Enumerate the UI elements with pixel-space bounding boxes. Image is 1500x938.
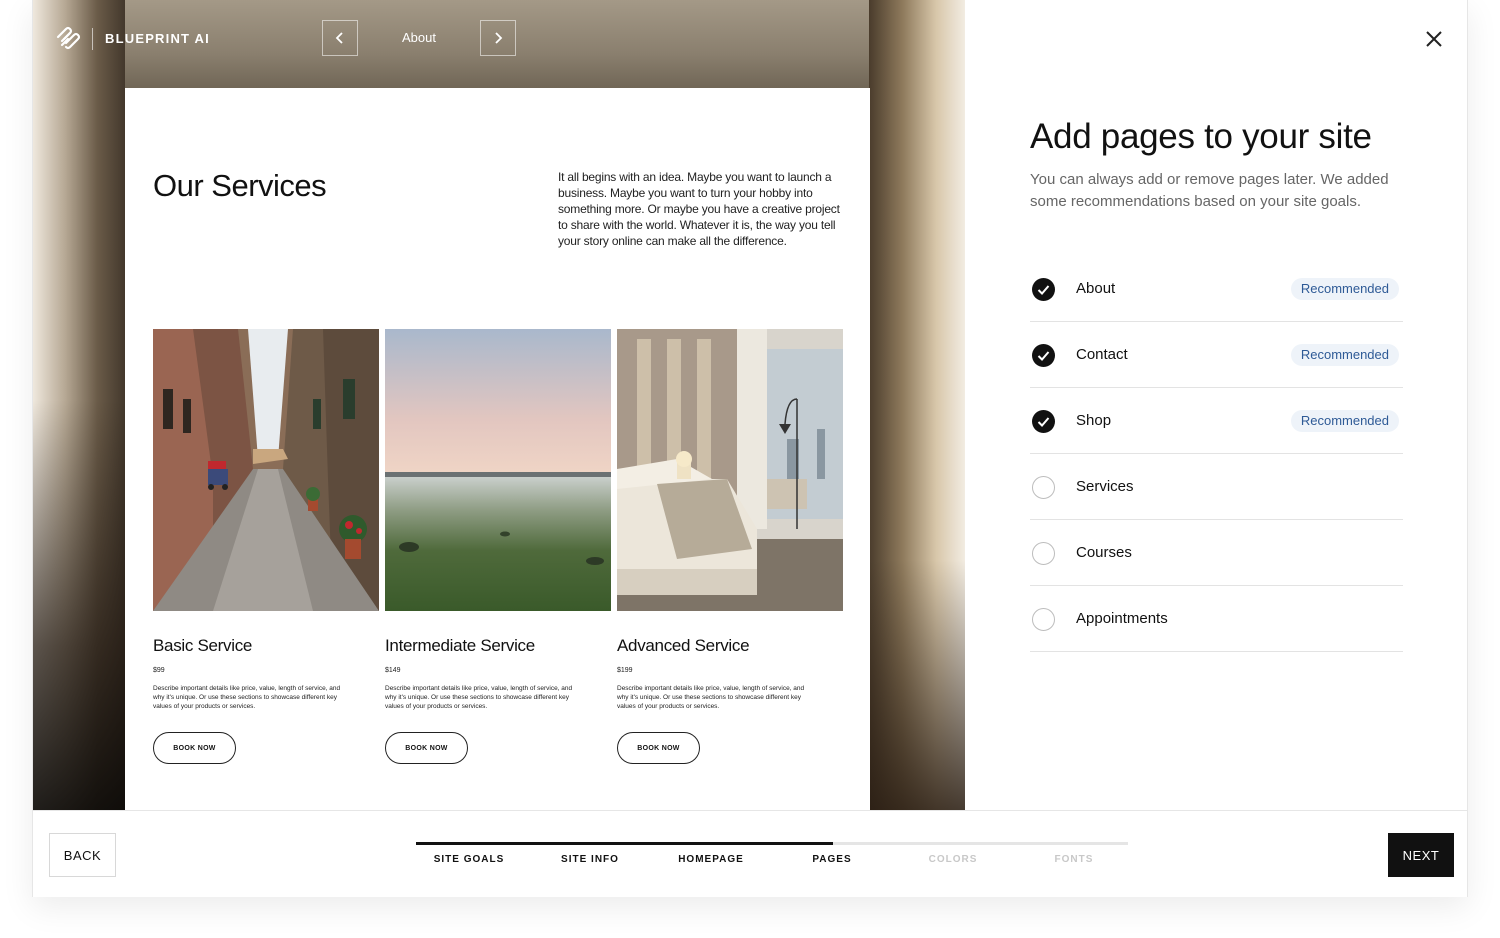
checkbox-checked[interactable] — [1032, 410, 1055, 433]
checkbox-unchecked[interactable] — [1032, 542, 1055, 565]
step-site-goals[interactable]: SITE GOALS — [409, 854, 529, 865]
logo-icon — [56, 26, 81, 50]
recommended-badge: Recommended — [1290, 344, 1399, 366]
check-icon — [1037, 417, 1050, 427]
wizard-footer: BACK SITE GOALS SITE INFO HOMEPAGE PAGES… — [33, 810, 1467, 897]
check-icon — [1037, 285, 1050, 295]
checkbox-unchecked[interactable] — [1032, 476, 1055, 499]
step-colors[interactable]: COLORS — [893, 854, 1013, 865]
checkbox-checked[interactable] — [1032, 344, 1055, 367]
page-option-shop[interactable]: Shop Recommended — [1030, 388, 1403, 454]
book-now-button[interactable]: BOOK NOW — [153, 732, 236, 764]
page-option-appointments[interactable]: Appointments — [1030, 586, 1403, 652]
service-name: Advanced Service — [617, 636, 750, 655]
checkbox-unchecked[interactable] — [1032, 608, 1055, 631]
service-price: $199 — [617, 667, 633, 674]
previous-page-button[interactable] — [322, 20, 358, 56]
chevron-left-icon — [335, 32, 343, 44]
page-option-about[interactable]: About Recommended — [1030, 256, 1403, 322]
recommended-badge: Recommended — [1290, 410, 1399, 432]
chevron-right-icon — [495, 32, 503, 44]
service-card: Advanced Service $199 Describe important… — [617, 329, 843, 764]
page-option-contact[interactable]: Contact Recommended — [1030, 322, 1403, 388]
service-price: $149 — [385, 667, 401, 674]
page-option-services[interactable]: Services — [1030, 454, 1403, 520]
service-description: Describe important details like price, v… — [153, 685, 341, 710]
page-option-label: Shop — [1076, 412, 1112, 429]
panel-subtext: You can always add or remove pages later… — [1030, 171, 1389, 210]
checkbox-checked[interactable] — [1032, 278, 1055, 301]
service-description: Describe important details like price, v… — [617, 685, 805, 710]
page-title: Our Services — [153, 168, 327, 203]
page-option-label: Appointments — [1076, 610, 1168, 627]
brand-name: BLUEPRINT AI — [105, 31, 210, 46]
service-name: Intermediate Service — [385, 636, 535, 655]
page-intro: It all begins with an idea. Maybe you wa… — [558, 170, 840, 248]
panel-heading: Add pages to your site — [1030, 117, 1372, 156]
page-list: About Recommended Contact Recommended Sh… — [1030, 256, 1403, 652]
step-site-info[interactable]: SITE INFO — [530, 854, 650, 865]
page-preview-card: Our Services It all begins with an idea.… — [125, 88, 870, 810]
progress-bar — [416, 842, 1128, 845]
step-pages[interactable]: PAGES — [772, 854, 892, 865]
next-button[interactable]: NEXT — [1388, 833, 1454, 877]
book-now-button[interactable]: BOOK NOW — [385, 732, 468, 764]
service-image-alley — [153, 329, 379, 611]
recommended-badge: Recommended — [1290, 278, 1399, 300]
close-icon[interactable] — [1423, 28, 1445, 50]
progress-fill — [416, 842, 833, 845]
service-price: $99 — [153, 667, 165, 674]
page-option-label: Courses — [1076, 544, 1132, 561]
service-description: Describe important details like price, v… — [385, 685, 573, 710]
page-option-label: About — [1076, 280, 1116, 297]
step-homepage[interactable]: HOMEPAGE — [651, 854, 771, 865]
onboarding-window: BLUEPRINT AI About Our Services It all b… — [32, 0, 1468, 897]
step-fonts[interactable]: FONTS — [1014, 854, 1134, 865]
current-page-name: About — [402, 30, 436, 45]
page-option-label: Services — [1076, 478, 1134, 495]
book-now-button[interactable]: BOOK NOW — [617, 732, 700, 764]
service-card: Basic Service $99 Describe important det… — [153, 329, 379, 764]
service-image-field — [385, 329, 611, 611]
service-image-bedroom — [617, 329, 843, 611]
site-preview: BLUEPRINT AI About Our Services It all b… — [33, 0, 965, 810]
service-name: Basic Service — [153, 636, 253, 655]
check-icon — [1037, 351, 1050, 361]
back-button[interactable]: BACK — [49, 833, 116, 877]
preview-topbar: BLUEPRINT AI About — [33, 0, 965, 76]
service-card: Intermediate Service $149 Describe impor… — [385, 329, 611, 764]
page-option-label: Contact — [1076, 346, 1128, 363]
next-page-button[interactable] — [480, 20, 516, 56]
page-option-courses[interactable]: Courses — [1030, 520, 1403, 586]
